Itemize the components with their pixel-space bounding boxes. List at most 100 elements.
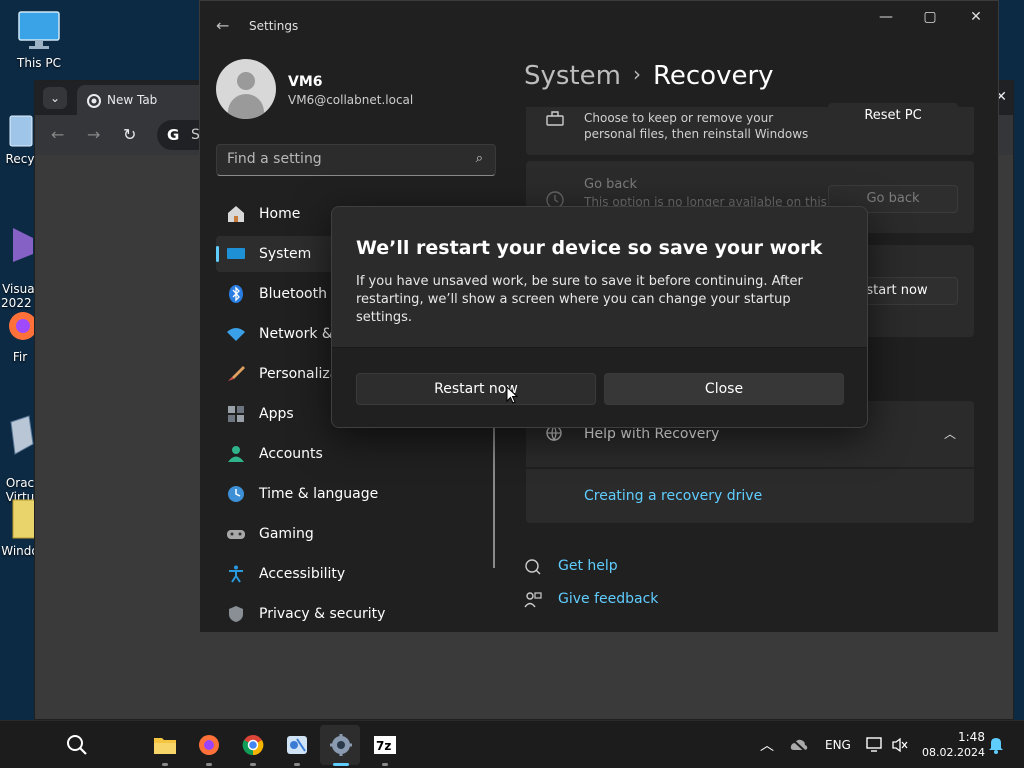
restart-now-button[interactable]: Restart now bbox=[356, 373, 596, 405]
desktop-icon-label: Fir bbox=[12, 350, 28, 364]
title-bar: ← Settings — ▢ ✕ bbox=[200, 1, 998, 51]
7zip-icon[interactable]: 7z bbox=[373, 733, 397, 757]
home-icon bbox=[228, 206, 244, 222]
sidebar-item-label: Network & bbox=[259, 326, 333, 342]
network-icon[interactable] bbox=[866, 737, 884, 753]
monitor-icon bbox=[18, 11, 60, 49]
taskbar: 7z ︿ ENG 1:48 08.02.2024 bbox=[0, 720, 1024, 768]
cloud-offline-icon[interactable] bbox=[790, 737, 808, 753]
mouse-cursor-icon bbox=[506, 386, 518, 404]
tab-search-button[interactable]: ⌄ bbox=[43, 87, 67, 109]
give-feedback-link[interactable]: Give feedback bbox=[524, 591, 659, 608]
desktop-icon-label: Recy bbox=[5, 152, 35, 166]
sidebar-item-privacy-security[interactable]: Privacy & security bbox=[216, 596, 496, 632]
brush-icon bbox=[228, 366, 245, 381]
volume-muted-icon[interactable] bbox=[892, 737, 908, 753]
accessibility-icon bbox=[229, 565, 243, 583]
bluetooth-icon bbox=[229, 285, 243, 303]
file-explorer-icon[interactable] bbox=[153, 733, 177, 757]
firefox-icon bbox=[9, 312, 35, 340]
go-back-title: Go back bbox=[584, 177, 638, 192]
accounts-icon bbox=[228, 446, 244, 462]
virtualbox-icon bbox=[10, 415, 34, 455]
close-button[interactable]: Close bbox=[604, 373, 844, 405]
google-g-icon: G bbox=[167, 126, 180, 144]
get-help-link[interactable]: Get help bbox=[524, 558, 618, 575]
taskbar-indicator bbox=[294, 763, 300, 766]
get-help-icon bbox=[525, 559, 541, 575]
search-icon[interactable] bbox=[65, 733, 89, 757]
avatar[interactable] bbox=[216, 59, 276, 119]
settings-gear-icon[interactable] bbox=[329, 733, 353, 757]
taskbar-active-indicator bbox=[333, 763, 349, 766]
gaming-icon bbox=[227, 530, 245, 539]
firefox-icon[interactable] bbox=[197, 733, 221, 757]
sidebar-item-accounts[interactable]: Accounts bbox=[216, 436, 496, 472]
apps-icon bbox=[228, 406, 244, 422]
network-icon bbox=[227, 328, 245, 341]
dialog-body: If you have unsaved work, be sure to sav… bbox=[356, 274, 803, 325]
reset-pc-icon bbox=[546, 111, 564, 126]
maximize-button[interactable]: ▢ bbox=[907, 9, 953, 29]
taskbar-indicator bbox=[162, 763, 168, 766]
search-icon: ⌕ bbox=[475, 151, 483, 166]
reset-pc-button[interactable]: Reset PC bbox=[828, 103, 958, 131]
back-arrow-icon[interactable]: ← bbox=[51, 125, 64, 144]
breadcrumb: System › Recovery bbox=[524, 61, 774, 91]
recycle-bin-icon bbox=[9, 115, 33, 147]
dialog-title: We’ll restart your device so save your w… bbox=[356, 237, 823, 259]
shield-icon bbox=[229, 606, 243, 622]
sidebar-scrollbar[interactable] bbox=[493, 426, 495, 568]
clock-date[interactable]: 08.02.2024 bbox=[922, 746, 985, 759]
sidebar-item-label: Bluetooth & bbox=[259, 286, 343, 302]
forward-arrow-icon[interactable]: → bbox=[87, 125, 100, 144]
sidebar-item-time-language[interactable]: Time & language bbox=[216, 476, 496, 512]
language-indicator[interactable]: ENG bbox=[825, 738, 851, 752]
search-placeholder: Find a setting bbox=[227, 151, 322, 167]
reset-pc-description: Choose to keep or remove your personal f… bbox=[584, 111, 809, 141]
reload-icon[interactable]: ↻ bbox=[123, 125, 136, 144]
help-links-card: Creating a recovery drive bbox=[526, 469, 974, 523]
give-feedback-label: Give feedback bbox=[558, 591, 659, 607]
clock-time[interactable]: 1:48 bbox=[958, 730, 985, 744]
snipping-tool-icon[interactable] bbox=[285, 733, 309, 757]
taskbar-indicator bbox=[382, 763, 388, 766]
breadcrumb-parent[interactable]: System bbox=[524, 61, 621, 91]
sidebar-item-label: Privacy & security bbox=[259, 606, 386, 622]
svg-text:7z: 7z bbox=[376, 739, 391, 753]
visual-studio-icon bbox=[13, 228, 33, 262]
taskbar-indicator bbox=[250, 763, 256, 766]
minimize-button[interactable]: — bbox=[863, 9, 909, 29]
system-icon bbox=[227, 248, 245, 259]
sidebar-item-accessibility[interactable]: Accessibility bbox=[216, 556, 496, 592]
sidebar-item-label: Home bbox=[259, 206, 301, 222]
chevron-up-icon[interactable]: ︿ bbox=[944, 425, 956, 442]
recovery-drive-link[interactable]: Creating a recovery drive bbox=[584, 488, 762, 504]
sidebar-item-gaming[interactable]: Gaming bbox=[216, 516, 496, 552]
get-help-label: Get help bbox=[558, 558, 618, 574]
user-name: VM6 bbox=[288, 74, 323, 90]
browser-tab-label: New Tab bbox=[107, 93, 158, 107]
notification-bell-icon[interactable] bbox=[988, 736, 1004, 754]
desktop-icon-this-pc[interactable]: This PC bbox=[0, 10, 78, 70]
desktop-icon-label: This PC bbox=[17, 56, 61, 70]
search-input[interactable]: Find a setting ⌕ bbox=[216, 144, 496, 176]
sidebar-item-label: Accessibility bbox=[259, 566, 346, 582]
restart-dialog: We’ll restart your device so save your w… bbox=[331, 206, 868, 428]
feedback-icon bbox=[524, 592, 542, 608]
dialog-footer: Restart now Close bbox=[332, 347, 867, 427]
help-with-recovery-title: Help with Recovery bbox=[584, 426, 720, 442]
close-window-button[interactable]: ✕ bbox=[953, 9, 999, 29]
folder-icon bbox=[12, 499, 35, 539]
taskbar-indicator bbox=[206, 763, 212, 766]
reset-pc-card: Choose to keep or remove your personal f… bbox=[526, 103, 974, 155]
back-arrow-icon[interactable]: ← bbox=[216, 16, 229, 35]
page-title: Recovery bbox=[652, 61, 774, 91]
chrome-favicon bbox=[87, 94, 101, 108]
sidebar-item-label: Accounts bbox=[259, 446, 323, 462]
chevron-right-icon: › bbox=[632, 62, 641, 86]
sidebar-item-label: System bbox=[259, 246, 312, 262]
chevron-up-icon[interactable]: ︿ bbox=[760, 735, 774, 755]
app-title: Settings bbox=[249, 19, 299, 33]
chrome-icon[interactable] bbox=[241, 733, 265, 757]
